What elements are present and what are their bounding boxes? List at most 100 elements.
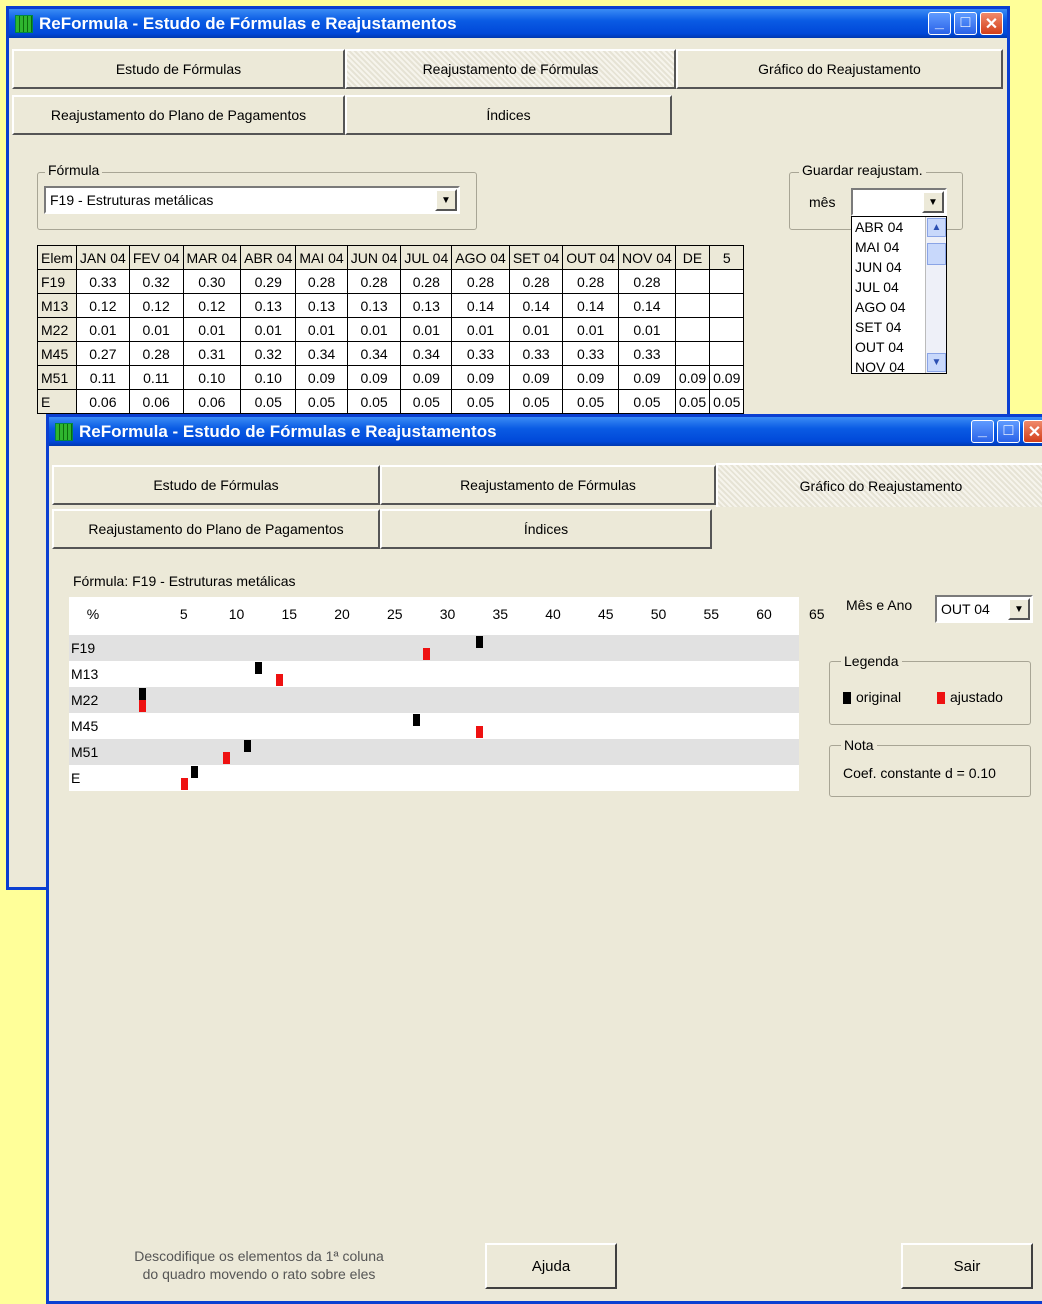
minimize-icon: _ — [978, 422, 987, 439]
table-cell: 0.01 — [75, 317, 130, 342]
axis-unit-label: % — [86, 606, 100, 622]
tab-estudo-formulas[interactable]: Estudo de Fórmulas — [12, 49, 345, 89]
chart-row-label[interactable]: E — [71, 770, 80, 786]
nota-label: Nota — [841, 737, 877, 753]
formula-select[interactable]: F19 - Estruturas metálicas ▼ — [44, 186, 460, 214]
chart-row-label[interactable]: M51 — [71, 744, 98, 760]
x-tick-label: 20 — [334, 606, 350, 622]
table-cell: 0.12 — [75, 293, 130, 318]
ajuda-button[interactable]: Ajuda — [485, 1243, 617, 1289]
x-tick-label: 55 — [703, 606, 720, 622]
ajustado-marker — [275, 674, 283, 686]
table-cell — [709, 341, 745, 366]
row-element-code[interactable]: E — [37, 389, 77, 414]
chevron-down-icon[interactable]: ▼ — [1008, 598, 1030, 620]
chevron-down-icon[interactable]: ▼ — [435, 189, 457, 211]
table-cell: 0.12 — [182, 293, 242, 318]
table-cell: 0.34 — [400, 341, 453, 366]
tab-reajustamento-formulas[interactable]: Reajustamento de Fórmulas — [345, 49, 676, 89]
tab-grafico-reajustamento[interactable]: Gráfico do Reajustamento — [716, 463, 1042, 507]
title-bar[interactable]: ReFormula - Estudo de Fórmulas e Reajust… — [9, 9, 1007, 38]
tab-reajustamento-plano[interactable]: Reajustamento do Plano de Pagamentos — [12, 95, 345, 135]
x-tick-label: 25 — [386, 606, 403, 622]
front-window: ReFormula - Estudo de Fórmulas e Reajust… — [46, 414, 1042, 1304]
scroll-thumb[interactable] — [927, 243, 946, 265]
table-cell: 0.28 — [295, 269, 348, 294]
minimize-button[interactable]: _ — [928, 12, 951, 35]
original-marker — [138, 688, 146, 700]
ajustado-marker — [138, 700, 146, 712]
sair-button[interactable]: Sair — [901, 1243, 1033, 1289]
maximize-button[interactable]: □ — [997, 420, 1020, 443]
tab-indices[interactable]: Índices — [345, 95, 672, 135]
table-cell — [674, 341, 711, 366]
tab-indices[interactable]: Índices — [380, 509, 712, 549]
table-cell: 0.05 — [400, 389, 453, 414]
legend-original-swatch — [843, 692, 851, 705]
column-header: MAR 04 — [182, 245, 242, 270]
table-cell: 0.05 — [240, 389, 297, 414]
tab-grafico-reajustamento[interactable]: Gráfico do Reajustamento — [676, 49, 1003, 89]
column-header: JUL 04 — [400, 245, 453, 270]
table-cell: 0.01 — [618, 317, 676, 342]
window-title: ReFormula - Estudo de Fórmulas e Reajust… — [39, 14, 457, 33]
table-cell: 0.34 — [346, 341, 402, 366]
x-tick-label: 35 — [492, 606, 509, 622]
maximize-button[interactable]: □ — [954, 12, 977, 35]
table-row: M45 0.27 0.28 0.31 0.32 0.34 0.34 0.34 0.33 0.33 0… — [37, 341, 745, 366]
chevron-down-icon[interactable]: ▼ — [922, 191, 944, 213]
table-cell: 0.01 — [128, 317, 184, 342]
column-header: JAN 04 — [75, 245, 130, 270]
tab-reajustamento-formulas[interactable]: Reajustamento de Fórmulas — [380, 465, 716, 505]
table-cell — [709, 317, 745, 342]
chart-row-label[interactable]: M13 — [71, 666, 98, 682]
row-element-code[interactable]: M13 — [37, 293, 77, 318]
table-cell — [674, 317, 711, 342]
table-cell: 0.33 — [508, 341, 564, 366]
column-header: JUN 04 — [346, 245, 402, 270]
table-cell: 0.09 — [508, 365, 564, 390]
column-header: OUT 04 — [562, 245, 620, 270]
table-cell: 0.27 — [75, 341, 130, 366]
x-tick-label: 10 — [228, 606, 245, 622]
table-cell: 0.05 — [451, 389, 510, 414]
chart-row: E — [69, 765, 799, 791]
row-element-code[interactable]: M45 — [37, 341, 77, 366]
title-bar[interactable]: ReFormula - Estudo de Fórmulas e Reajust… — [49, 417, 1042, 446]
scroll-up-icon[interactable]: ▲ — [927, 218, 946, 237]
window-title: ReFormula - Estudo de Fórmulas e Reajust… — [79, 422, 497, 441]
x-tick-label: 5 — [179, 606, 188, 622]
mes-ano-select[interactable]: OUT 04 ▼ — [935, 595, 1033, 623]
close-button[interactable]: ✕ — [980, 12, 1003, 35]
close-icon: ✕ — [1027, 424, 1042, 441]
table-cell: 0.01 — [240, 317, 297, 342]
x-tick-label: 65 — [808, 606, 825, 622]
table-cell: 0.01 — [562, 317, 620, 342]
row-element-code[interactable]: F19 — [37, 269, 77, 294]
table-cell: 0.10 — [240, 365, 297, 390]
mes-dropdown-list[interactable]: ABR 04 MAI 04 JUN 04 JUL 04 AGO 04 SET 04 OUT … — [851, 216, 947, 374]
row-element-code[interactable]: M22 — [37, 317, 77, 342]
table-cell: 0.28 — [400, 269, 453, 294]
minimize-button[interactable]: _ — [971, 420, 994, 443]
chart-row-label[interactable]: M45 — [71, 718, 98, 734]
guardar-group-label: Guardar reajustam. — [799, 162, 926, 178]
tab-reajustamento-plano[interactable]: Reajustamento do Plano de Pagamentos — [52, 509, 380, 549]
mes-select[interactable]: ▼ — [851, 188, 947, 216]
table-cell: 0.34 — [295, 341, 348, 366]
chart-row-label[interactable]: M22 — [71, 692, 98, 708]
legenda-label: Legenda — [841, 653, 902, 669]
dropdown-scrollbar[interactable]: ▲ ▼ — [925, 217, 946, 373]
scroll-down-icon[interactable]: ▼ — [927, 353, 946, 372]
table-cell: 0.05 — [295, 389, 348, 414]
chart-row-label[interactable]: F19 — [71, 640, 95, 656]
row-element-code[interactable]: M51 — [37, 365, 77, 390]
table-cell: 0.05 — [346, 389, 402, 414]
table-row: M51 0.11 0.11 0.10 0.10 0.09 0.09 0.09 0.09 0.09 0… — [37, 365, 745, 390]
column-header: ABR 04 — [240, 245, 297, 270]
formula-caption: Fórmula: F19 - Estruturas metálicas — [73, 573, 296, 589]
column-header: AGO 04 — [451, 245, 510, 270]
app-icon — [15, 15, 33, 33]
tab-estudo-formulas[interactable]: Estudo de Fórmulas — [52, 465, 380, 505]
close-button[interactable]: ✕ — [1023, 420, 1042, 443]
